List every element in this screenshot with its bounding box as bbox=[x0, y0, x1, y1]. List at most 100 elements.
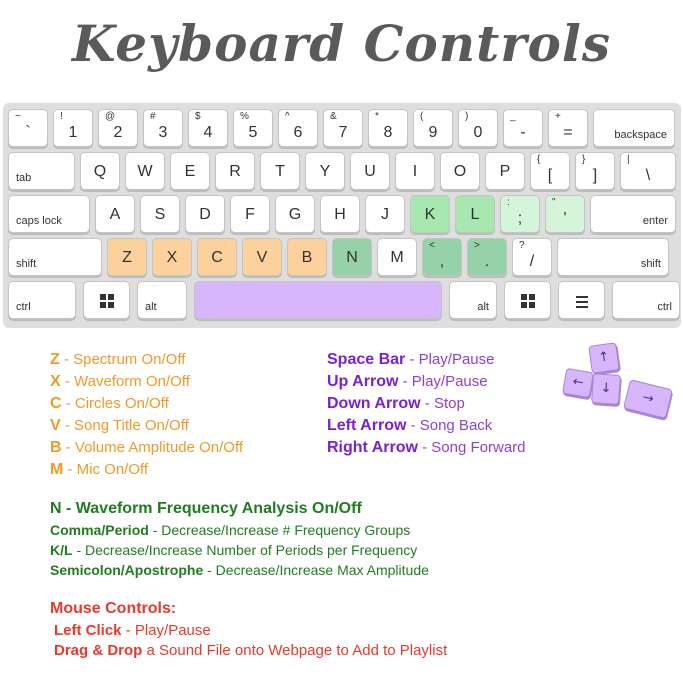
key-label: 2 bbox=[113, 124, 123, 141]
key-o[interactable]: O bbox=[440, 152, 480, 190]
key-2[interactable]: @2 bbox=[98, 109, 138, 147]
key-label: - bbox=[520, 124, 526, 141]
legend-desc: a Sound File onto Webpage to Add to Play… bbox=[142, 642, 448, 659]
key-menu[interactable] bbox=[558, 281, 605, 319]
legend-key: Left Click bbox=[54, 622, 122, 639]
legend-desc: - Play/Pause bbox=[121, 622, 211, 639]
key-backspace[interactable]: backspace bbox=[593, 109, 675, 147]
key-y[interactable]: Y bbox=[305, 152, 345, 190]
legend-item: Left Arrow - Song Back bbox=[327, 417, 492, 435]
key-label: ' bbox=[563, 210, 567, 227]
key-shift-label: & bbox=[330, 111, 337, 122]
key-windows[interactable] bbox=[83, 281, 130, 319]
key-.[interactable]: >. bbox=[467, 238, 507, 276]
key-label: ] bbox=[592, 167, 598, 184]
key-tab[interactable]: tab bbox=[8, 152, 75, 190]
key-enter[interactable]: enter bbox=[590, 195, 676, 233]
key-label: P bbox=[499, 163, 511, 180]
key-r[interactable]: R bbox=[215, 152, 255, 190]
key--[interactable]: _ - bbox=[503, 109, 543, 147]
key-3[interactable]: #3 bbox=[143, 109, 183, 147]
key-label: 5 bbox=[248, 124, 258, 141]
key-label: ` bbox=[25, 124, 31, 141]
key-`[interactable]: ~ ` bbox=[8, 109, 48, 147]
key-label: G bbox=[288, 206, 302, 223]
key-j[interactable]: J bbox=[365, 195, 405, 233]
legend-key: Comma/Period bbox=[50, 522, 149, 538]
key-5[interactable]: % 5 bbox=[233, 109, 273, 147]
key-9[interactable]: (9 bbox=[413, 109, 453, 147]
key-n[interactable]: N bbox=[332, 238, 372, 276]
key-][interactable]: }] bbox=[575, 152, 615, 190]
key-label: 0 bbox=[473, 124, 483, 141]
key-1[interactable]: ! 1 bbox=[53, 109, 93, 147]
key-g[interactable]: G bbox=[275, 195, 315, 233]
key-e[interactable]: E bbox=[170, 152, 210, 190]
key-f[interactable]: F bbox=[230, 195, 270, 233]
key-/[interactable]: ? / bbox=[512, 238, 552, 276]
key-m[interactable]: M bbox=[377, 238, 417, 276]
key-8[interactable]: * 8 bbox=[368, 109, 408, 147]
key-caps-lock[interactable]: caps lock bbox=[8, 195, 90, 233]
arrow-up-key: ↑ bbox=[588, 342, 620, 374]
legend-item: X - Waveform On/Off bbox=[50, 373, 190, 391]
key-t[interactable]: T bbox=[260, 152, 300, 190]
legend-desc: - Song Forward bbox=[417, 439, 526, 456]
key-i[interactable]: I bbox=[395, 152, 435, 190]
legend-item: Up Arrow - Play/Pause bbox=[327, 373, 488, 391]
key-b[interactable]: B bbox=[287, 238, 327, 276]
legend-item: Left Click - Play/Pause bbox=[54, 622, 211, 639]
key-ctrl[interactable]: ctrl bbox=[8, 281, 76, 319]
legend-key: Space Bar bbox=[327, 351, 406, 368]
key-alt[interactable]: alt bbox=[449, 281, 497, 319]
key-shift[interactable]: shift bbox=[557, 238, 669, 276]
key-l[interactable]: L bbox=[455, 195, 495, 233]
key-k[interactable]: K bbox=[410, 195, 450, 233]
key-d[interactable]: D bbox=[185, 195, 225, 233]
key-'[interactable]: " ' bbox=[545, 195, 585, 233]
key-p[interactable]: P bbox=[485, 152, 525, 190]
key-w[interactable]: W bbox=[125, 152, 165, 190]
key-shift[interactable]: shift bbox=[8, 238, 102, 276]
key-[[interactable]: {[ bbox=[530, 152, 570, 190]
key-s[interactable]: S bbox=[140, 195, 180, 233]
key-ctrl[interactable]: ctrl bbox=[612, 281, 680, 319]
key-label: Q bbox=[93, 163, 107, 180]
key-label: shift bbox=[640, 258, 661, 270]
key-z[interactable]: Z bbox=[107, 238, 147, 276]
key-shift-label: % bbox=[240, 111, 249, 122]
legend-desc: - Decrease/Increase # Frequency Groups bbox=[148, 522, 411, 538]
key-v[interactable]: V bbox=[242, 238, 282, 276]
key-;[interactable]: :; bbox=[500, 195, 540, 233]
legend-key: Right Arrow bbox=[327, 439, 418, 456]
key-\[interactable]: | \ bbox=[620, 152, 676, 190]
legend-desc: - Circles On/Off bbox=[61, 395, 169, 412]
legend-desc: - Song Back bbox=[406, 417, 493, 434]
key-label: L bbox=[470, 206, 480, 223]
key-alt[interactable]: alt bbox=[137, 281, 187, 319]
key-windows[interactable] bbox=[504, 281, 551, 319]
key-,[interactable]: <, bbox=[422, 238, 462, 276]
key-4[interactable]: $4 bbox=[188, 109, 228, 147]
key-shift-label: : bbox=[507, 197, 510, 208]
key-u[interactable]: U bbox=[350, 152, 390, 190]
key-label: \ bbox=[645, 167, 651, 184]
key-x[interactable]: X bbox=[152, 238, 192, 276]
legend-desc: - Waveform On/Off bbox=[60, 373, 190, 390]
key-=[interactable]: + = bbox=[548, 109, 588, 147]
key-label: enter bbox=[642, 215, 668, 227]
key-6[interactable]: ^ 6 bbox=[278, 109, 318, 147]
key-label: 6 bbox=[293, 124, 303, 141]
space-bar-key[interactable] bbox=[194, 281, 442, 319]
key-label: T bbox=[275, 163, 285, 180]
key-h[interactable]: H bbox=[320, 195, 360, 233]
legend-desc: - Play/Pause bbox=[398, 373, 488, 390]
key-c[interactable]: C bbox=[197, 238, 237, 276]
key-0[interactable]: ) 0 bbox=[458, 109, 498, 147]
legend-key: K/L bbox=[50, 542, 73, 558]
key-7[interactable]: & 7 bbox=[323, 109, 363, 147]
keyboard: ~ `! 1 @2 #3 $4% 5 ^ 6 & 7 * 8(9) 0 _ - + = backspace tab Q… bbox=[3, 103, 681, 328]
key-label: N bbox=[346, 249, 358, 266]
key-q[interactable]: Q bbox=[80, 152, 120, 190]
key-a[interactable]: A bbox=[95, 195, 135, 233]
